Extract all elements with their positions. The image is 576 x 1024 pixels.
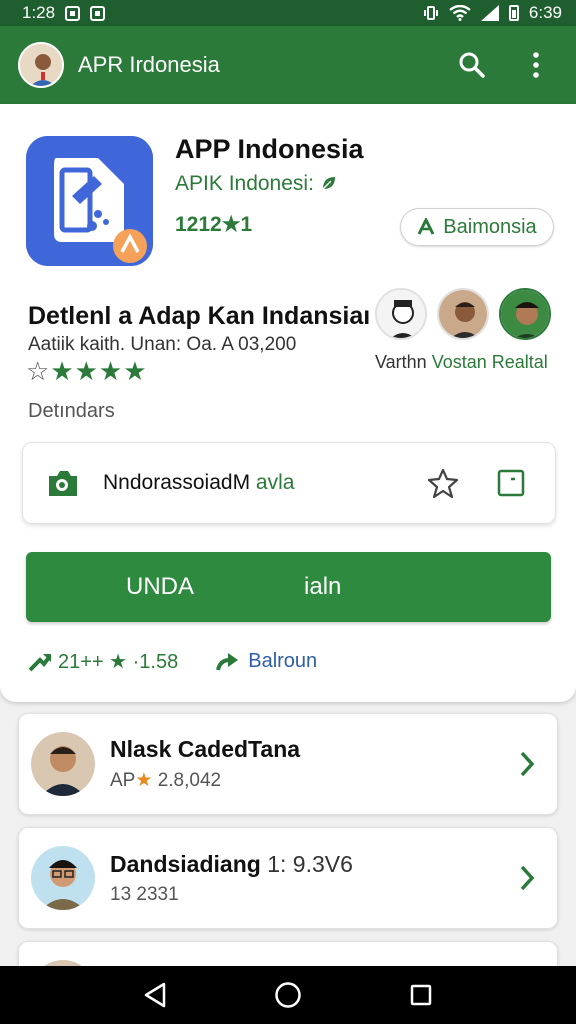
install-button-extra: ialn [304,573,341,601]
chevron-right-icon [520,751,535,777]
install-extra-text: ialn [304,573,342,600]
leaf-icon [322,177,335,190]
detail-headline: Detlenl a Adap Kan Indansiaı [28,302,371,330]
app-detail-card: APP Indonesia APIK Indonesi: 1212★1 Baim… [0,104,576,702]
status-clock: 6:39 [528,3,562,22]
stats-left: 21++ ★ ·1.58 [58,651,179,673]
install-button-label: UNDA [126,573,195,600]
contributor-avatar[interactable] [499,288,551,340]
info-text-accent: avla [255,471,295,494]
vibrate-icon [423,6,438,20]
user-avatar[interactable] [18,42,64,88]
category-chip-label: Baimonsia [443,215,537,238]
search-icon [459,52,485,78]
list-item-title-main: Dandsiadiang [110,850,261,877]
app-bar-title: APR Irdonesia [78,52,220,77]
info-card[interactable]: NndorassoiadM avla [22,442,556,524]
detail-subline: Aatiik kaith. Unan: Oa. A 03,200 [28,334,297,355]
list-item-sub-value: 2.8,042 [157,770,222,791]
list-item-avatar [31,732,95,796]
contributors [375,288,555,340]
star-outline-icon [427,468,459,499]
list-item-title: Nlask CadedTana [110,736,301,762]
contributor-name: Vostan Realtal [431,352,548,372]
contributor-name: Varthn [375,352,427,372]
list-item-title-suffix: 1: 9.3V6 [267,850,353,877]
status-time: 1:28 [22,3,56,22]
list-item-subtitle: AP★ 2.8,042 [110,769,519,792]
more-vert-icon [533,52,539,78]
system-nav-bar [0,966,576,1024]
developer-label: APIK Indonesi: [175,172,314,195]
notification-icon [65,5,81,21]
star-icon: ★ [135,770,153,791]
section-label: Detındars [28,400,115,422]
wifi-icon [449,5,471,21]
install-button[interactable]: UNDA ialn [26,552,551,622]
camera-icon [49,471,77,496]
contributor-avatar[interactable] [437,288,489,340]
contributor-names: Varthn Vostan Realtal [375,352,548,373]
star-icon: ★ [221,213,241,236]
app-icon [26,136,153,266]
info-text-main: NndorassoiadM [103,471,251,494]
category-chip[interactable]: Baimonsia [400,208,554,246]
contributor-avatar[interactable] [375,288,427,340]
rating-count: 1212★1 [175,212,252,237]
recents-icon[interactable] [409,983,433,1007]
share-arrow-icon [216,652,239,670]
developer-name[interactable]: APIK Indonesi: [175,172,338,196]
info-text: NndorassoiadM avla [103,471,421,495]
favorite-button[interactable] [421,461,465,505]
stats-row: 21++ ★ ·1.58 Balroun [28,649,317,674]
app-name: APP Indonesia [175,134,364,164]
trend-arrow-icon [28,653,52,671]
stats-right[interactable]: Balroun [248,650,317,673]
overflow-menu-button[interactable] [514,43,558,87]
app-bar: APR Irdonesia [0,26,576,104]
home-icon[interactable] [274,981,302,1009]
rating-count-value: 1212 [175,213,222,236]
list-item-title: Dandsiadiang 1: 9.3V6 [110,851,519,878]
bookmark-icon [497,469,525,497]
list-item-text: Dandsiadiang 1: 9.3V6 13 2331 [110,851,519,906]
search-button[interactable] [450,43,494,87]
list-item-subtitle: 13 2331 [110,883,179,905]
status-bar: 1:28 6:39 [0,0,576,26]
signal-icon [480,5,499,21]
notification-icon [90,5,106,21]
list-item-avatar [31,846,95,910]
category-icon [417,218,435,235]
list-item-text: Nlask CadedTana AP★ 2.8,042 [110,736,519,792]
chevron-right-icon [520,865,535,891]
battery-icon [508,5,519,21]
back-icon[interactable] [143,982,167,1008]
list-item[interactable]: Dandsiadiang 1: 9.3V6 13 2331 [18,827,558,929]
bookmark-button[interactable] [489,461,533,505]
list-item[interactable]: Nlask CadedTana AP★ 2.8,042 [18,713,558,815]
star-rating: ☆★★★★ [26,356,148,386]
rating-suffix: 1 [240,213,253,236]
list-item-sub-prefix: AP [110,770,136,791]
